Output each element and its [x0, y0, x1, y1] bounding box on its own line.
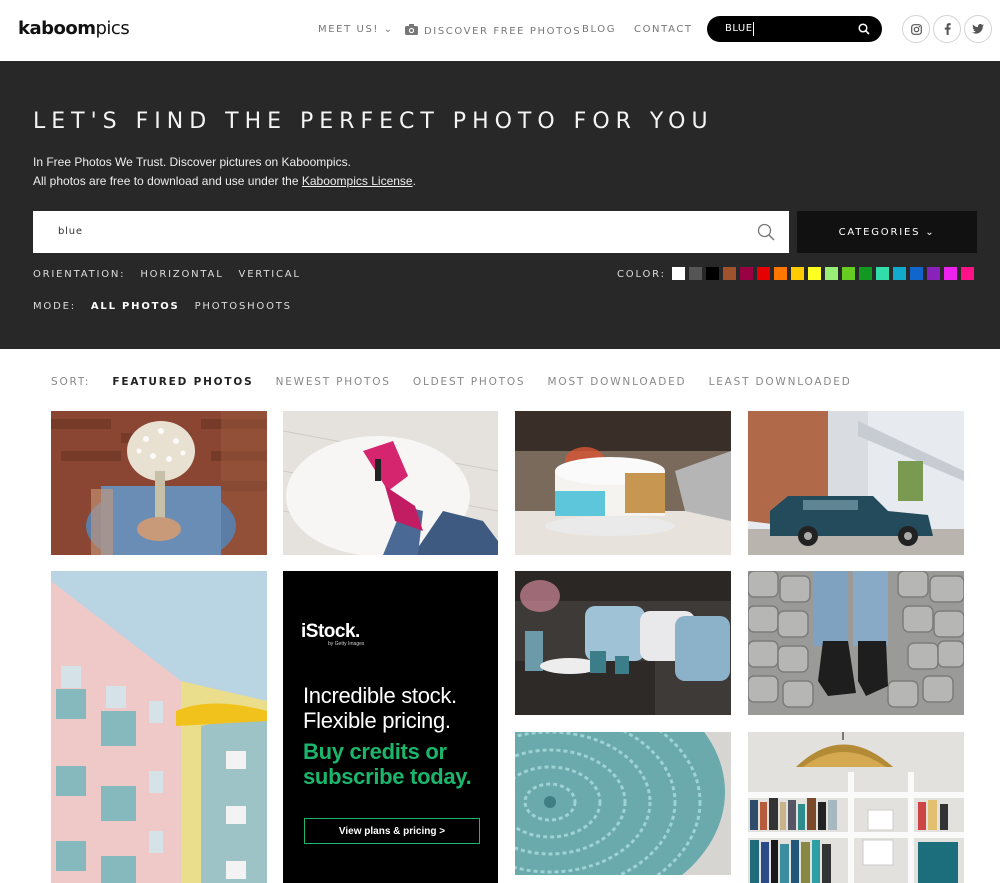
hero-search-panel: LET'S FIND THE PERFECT PHOTO FOR YOU In … — [0, 61, 1000, 349]
search-icon[interactable] — [757, 223, 775, 246]
mode-label: MODE: — [33, 301, 76, 312]
color-swatch[interactable] — [961, 267, 974, 280]
mode-all-photos[interactable]: ALL PHOTOS — [91, 301, 180, 312]
photo-pink-boots[interactable] — [283, 411, 498, 555]
mode-photoshoots[interactable]: PHOTOSHOOTS — [195, 301, 292, 312]
sort-least-downloaded[interactable]: LEAST DOWNLOADED — [709, 376, 852, 388]
photo-living-room-pillows[interactable] — [515, 571, 731, 715]
photo-woman-with-flowers[interactable] — [51, 411, 267, 555]
color-swatch[interactable] — [808, 267, 821, 280]
hero-subtitle: In Free Photos We Trust. Discover pictur… — [33, 153, 416, 191]
color-swatch[interactable] — [706, 267, 719, 280]
color-label: COLOR: — [617, 269, 666, 280]
twitter-icon[interactable] — [964, 15, 992, 43]
nav-meet-us[interactable]: MEET US! ⌄ — [318, 24, 394, 35]
sort-featured[interactable]: FEATURED PHOTOS — [112, 376, 253, 388]
color-swatch[interactable] — [876, 267, 889, 280]
ad-headline: Incredible stock. Flexible pricing. — [303, 683, 457, 733]
color-swatch[interactable] — [774, 267, 787, 280]
nav-blog[interactable]: BLOG — [582, 24, 616, 35]
sort-most-downloaded[interactable]: MOST DOWNLOADED — [548, 376, 687, 388]
nav-contact[interactable]: CONTACT — [634, 24, 693, 35]
ad-subheadline: Buy credits or subscribe today. — [303, 739, 472, 789]
color-swatch[interactable] — [893, 267, 906, 280]
photo-bookshelf-lamp[interactable] — [748, 732, 964, 883]
nav-discover-free-photos[interactable]: DISCOVER FREE PHOTOS — [405, 24, 581, 38]
kaboompics-logo[interactable]: kaboompics — [18, 18, 130, 39]
color-swatch[interactable] — [791, 267, 804, 280]
color-swatch[interactable] — [910, 267, 923, 280]
color-swatch[interactable] — [689, 267, 702, 280]
color-swatch[interactable] — [740, 267, 753, 280]
hero-title: LET'S FIND THE PERFECT PHOTO FOR YOU — [33, 109, 714, 134]
photo-pastel-buildings[interactable] — [51, 571, 267, 883]
instagram-icon[interactable] — [902, 15, 930, 43]
hero-line-1: In Free Photos We Trust. Discover pictur… — [33, 155, 351, 169]
photo-teal-woven-texture[interactable] — [515, 732, 731, 875]
main-search-input[interactable]: blue — [33, 211, 789, 253]
color-swatch[interactable] — [723, 267, 736, 280]
ad-view-plans-button[interactable]: View plans & pricing > — [304, 818, 480, 844]
photo-feet-cobblestone[interactable] — [748, 571, 964, 715]
header-search-input[interactable]: BLUE — [707, 16, 882, 42]
nav-discover-label: DISCOVER FREE PHOTOS — [424, 25, 582, 37]
header-search-value: BLUE — [725, 23, 753, 34]
license-link[interactable]: Kaboompics License — [302, 174, 413, 188]
color-swatches — [672, 267, 974, 280]
search-icon[interactable] — [858, 22, 870, 40]
camera-icon — [405, 24, 418, 38]
top-navigation: kaboompics MEET US! ⌄ DISCOVER FREE PHOT… — [0, 0, 1000, 61]
sort-bar: SORT: FEATURED PHOTOS NEWEST PHOTOS OLDE… — [51, 376, 869, 388]
categories-dropdown[interactable]: CATEGORIES ⌄ — [797, 211, 977, 253]
sort-newest[interactable]: NEWEST PHOTOS — [276, 376, 391, 388]
color-swatch[interactable] — [672, 267, 685, 280]
sort-label: SORT: — [51, 376, 91, 388]
main-search-value: blue — [58, 226, 83, 237]
mode-filter: MODE: ALL PHOTOS PHOTOSHOOTS — [33, 301, 302, 312]
facebook-icon[interactable] — [933, 15, 961, 43]
photo-cake[interactable] — [515, 411, 731, 555]
istock-logo: iStock. — [301, 621, 360, 642]
text-caret — [753, 22, 754, 36]
orientation-horizontal[interactable]: HORIZONTAL — [140, 269, 223, 280]
color-swatch[interactable] — [757, 267, 770, 280]
orientation-vertical[interactable]: VERTICAL — [239, 269, 301, 280]
istock-advertisement[interactable]: iStock. by Getty Images Incredible stock… — [283, 571, 498, 883]
color-swatch[interactable] — [842, 267, 855, 280]
photo-vintage-car[interactable] — [748, 411, 964, 555]
color-swatch[interactable] — [825, 267, 838, 280]
orientation-filter: ORIENTATION: HORIZONTAL VERTICAL — [33, 269, 311, 280]
color-swatch[interactable] — [859, 267, 872, 280]
color-swatch[interactable] — [944, 267, 957, 280]
istock-logo-subtitle: by Getty Images — [328, 641, 365, 647]
hero-line-2: All photos are free to download and use … — [33, 174, 416, 188]
orientation-label: ORIENTATION: — [33, 269, 126, 280]
sort-oldest[interactable]: OLDEST PHOTOS — [413, 376, 526, 388]
color-swatch[interactable] — [927, 267, 940, 280]
